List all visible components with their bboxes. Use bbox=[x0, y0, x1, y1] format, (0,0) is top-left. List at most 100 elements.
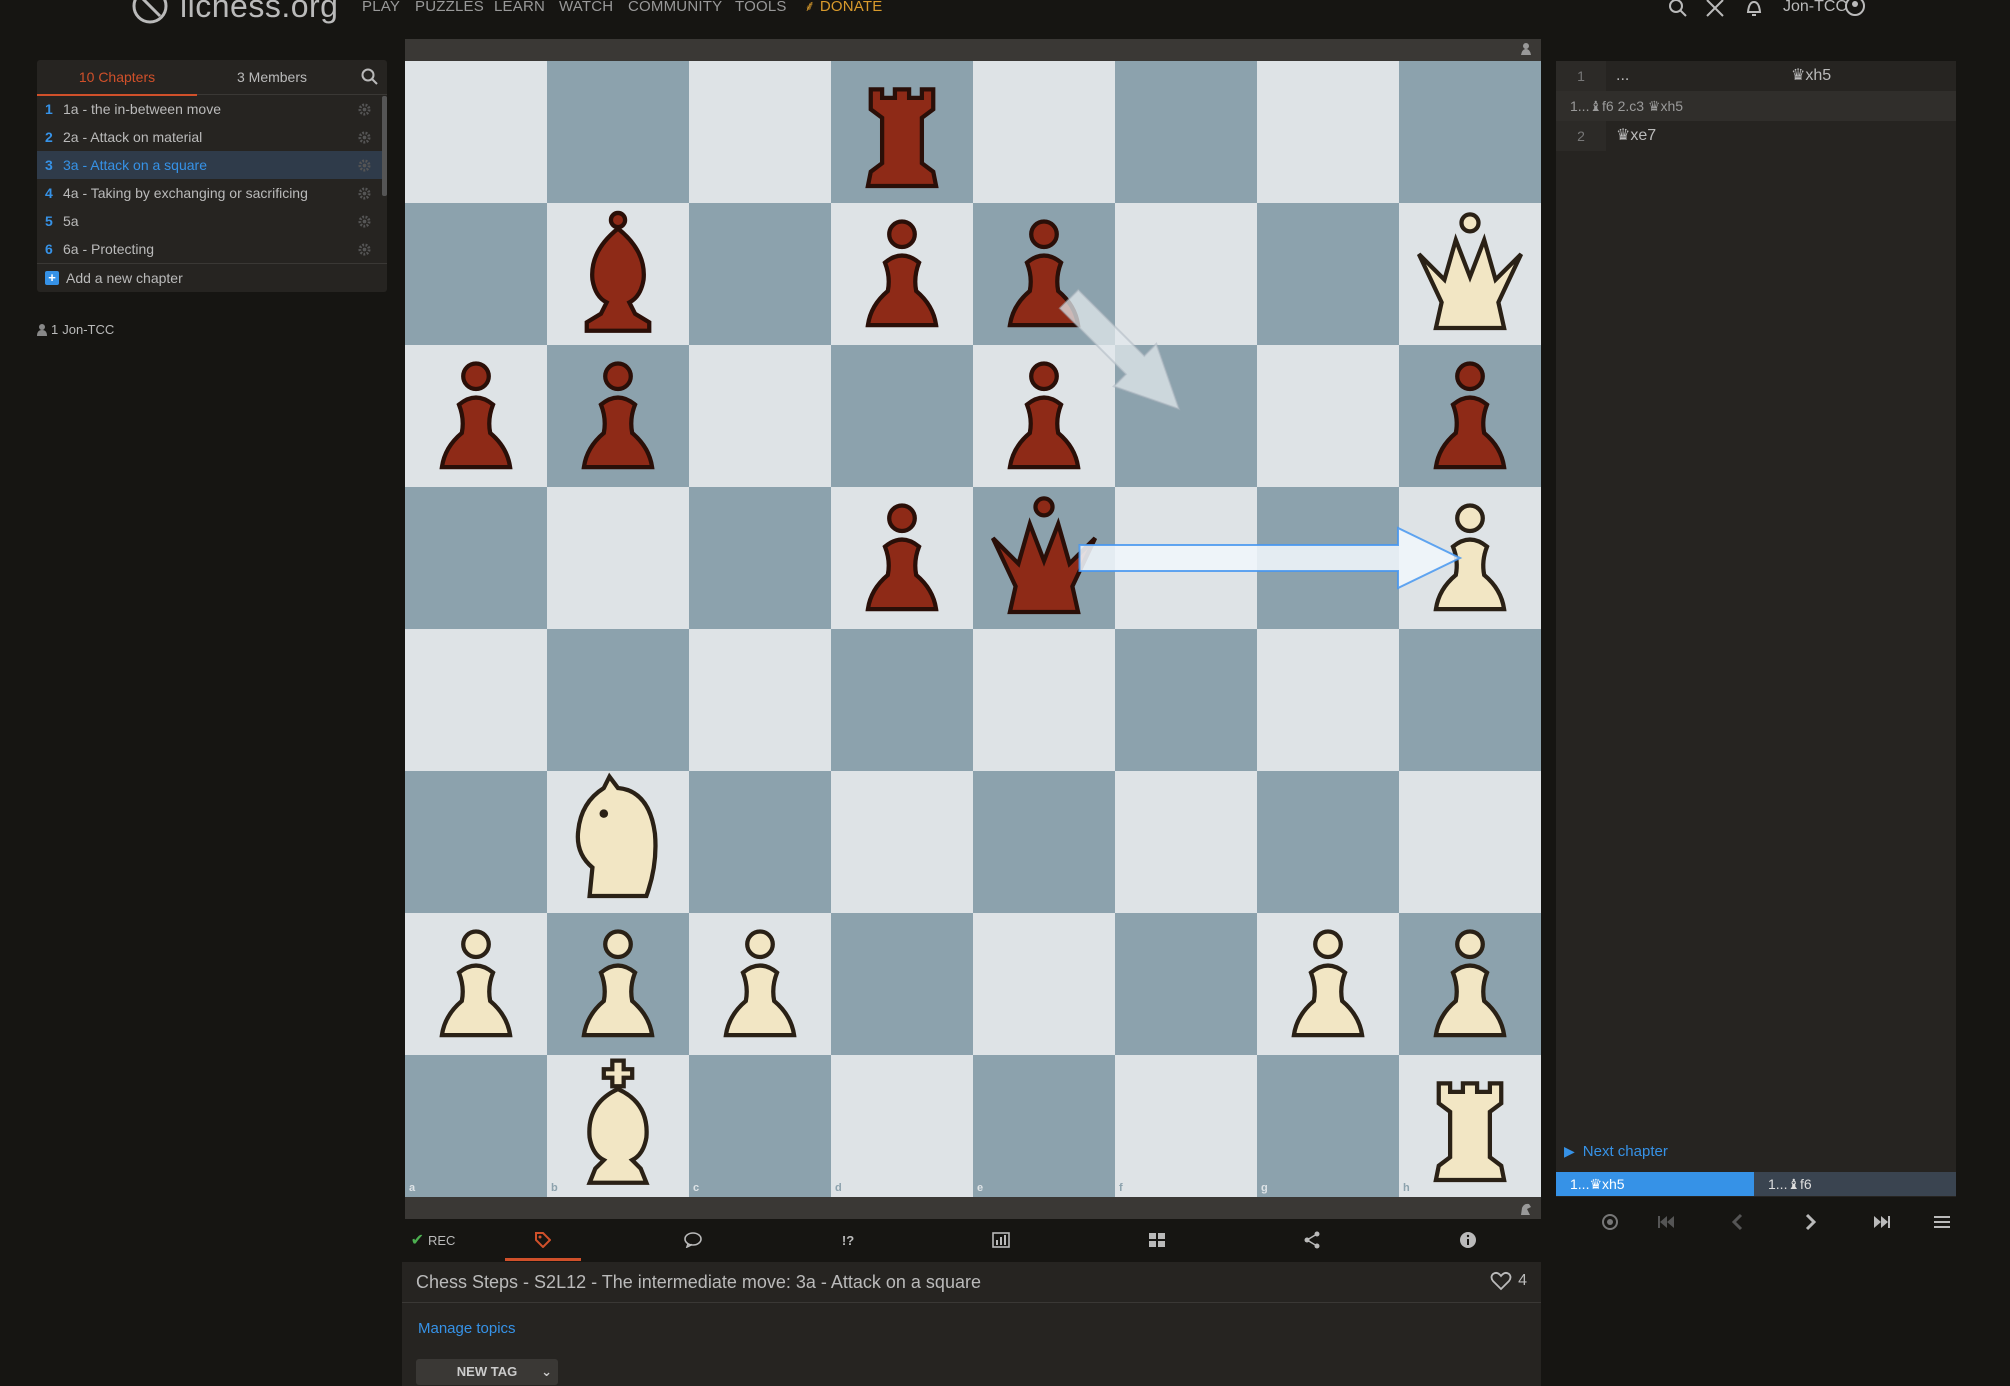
board-square[interactable] bbox=[547, 61, 689, 203]
move-black[interactable]: ♛xh5 bbox=[1791, 61, 1831, 91]
black-queen-piece[interactable] bbox=[973, 487, 1115, 629]
white-pawn-piece[interactable] bbox=[1399, 487, 1541, 629]
gear-icon[interactable] bbox=[358, 215, 371, 228]
board-square[interactable] bbox=[689, 1055, 831, 1197]
board-square[interactable] bbox=[1257, 629, 1399, 771]
like-button[interactable]: 4 bbox=[1490, 1271, 1527, 1291]
black-pawn-piece[interactable] bbox=[1399, 345, 1541, 487]
board-square[interactable] bbox=[1257, 345, 1399, 487]
white-knight-piece[interactable] bbox=[547, 771, 689, 913]
gear-icon[interactable] bbox=[358, 243, 371, 256]
white-pawn-piece[interactable] bbox=[1399, 913, 1541, 1055]
black-pawn-piece[interactable] bbox=[973, 203, 1115, 345]
site-logo[interactable]: lichess.org bbox=[130, 0, 338, 28]
tab-info[interactable] bbox=[1430, 1222, 1506, 1258]
nav-donate[interactable]: ⸙ DONATE bbox=[804, 0, 882, 14]
board-square[interactable] bbox=[1399, 61, 1541, 203]
white-queen-piece[interactable] bbox=[1399, 203, 1541, 345]
tab-tags[interactable] bbox=[505, 1222, 581, 1261]
first-move-icon[interactable] bbox=[1655, 1211, 1677, 1233]
board-square[interactable] bbox=[1115, 487, 1257, 629]
tab-server-analysis[interactable] bbox=[963, 1222, 1039, 1258]
move-white[interactable]: ... bbox=[1616, 61, 1629, 91]
board-square[interactable] bbox=[1257, 771, 1399, 913]
board-square[interactable] bbox=[547, 629, 689, 771]
black-pawn-piece[interactable] bbox=[405, 345, 547, 487]
board-square[interactable] bbox=[689, 61, 831, 203]
board-square[interactable] bbox=[831, 913, 973, 1055]
search-icon[interactable] bbox=[1668, 0, 1688, 18]
board-square[interactable] bbox=[1115, 771, 1257, 913]
tab-chapters[interactable]: 10 Chapters bbox=[37, 60, 197, 96]
board-square[interactable] bbox=[973, 629, 1115, 771]
board-square[interactable] bbox=[1399, 771, 1541, 913]
hamburger-menu-icon[interactable] bbox=[1931, 1211, 1953, 1233]
chapter-item[interactable]: 6 6a - Protecting bbox=[37, 235, 387, 263]
white-pawn-piece[interactable] bbox=[547, 913, 689, 1055]
board-square[interactable] bbox=[831, 1055, 973, 1197]
chess-board[interactable]: 87654321abcdefgh bbox=[405, 61, 1541, 1197]
nav-tools[interactable]: TOOLS bbox=[735, 0, 787, 14]
board-square[interactable] bbox=[1115, 629, 1257, 771]
board-square[interactable] bbox=[547, 487, 689, 629]
notification-bell-icon[interactable] bbox=[1745, 0, 1763, 18]
add-chapter-button[interactable]: + Add a new chapter bbox=[37, 263, 387, 292]
black-rook-piece[interactable] bbox=[831, 61, 973, 203]
tab-multiboard[interactable] bbox=[1119, 1222, 1195, 1258]
white-pawn-piece[interactable] bbox=[689, 913, 831, 1055]
black-bishop-piece[interactable] bbox=[547, 203, 689, 345]
board-square[interactable] bbox=[973, 1055, 1115, 1197]
last-move-icon[interactable] bbox=[1871, 1211, 1893, 1233]
chapter-item[interactable]: 4 4a - Taking by exchanging or sacrificin… bbox=[37, 179, 387, 207]
chapter-item[interactable]: 1 1a - the in-between move bbox=[37, 95, 387, 123]
black-pawn-piece[interactable] bbox=[831, 487, 973, 629]
nav-play[interactable]: PLAY bbox=[362, 0, 400, 14]
board-square[interactable] bbox=[405, 629, 547, 771]
user-menu[interactable]: Jon-TCC bbox=[1783, 0, 1847, 15]
board-square[interactable] bbox=[689, 345, 831, 487]
engine-target-icon[interactable] bbox=[1599, 1211, 1621, 1233]
board-square[interactable] bbox=[1115, 1055, 1257, 1197]
new-tag-select[interactable]: NEW TAG ⌄ bbox=[416, 1359, 558, 1385]
manage-topics-link[interactable]: Manage topics bbox=[418, 1320, 516, 1337]
board-square[interactable] bbox=[1399, 629, 1541, 771]
board-square[interactable] bbox=[405, 61, 547, 203]
tab-glyphs[interactable]: !? bbox=[810, 1222, 886, 1258]
nav-learn[interactable]: LEARN bbox=[494, 0, 545, 14]
board-square[interactable] bbox=[1257, 203, 1399, 345]
black-pawn-piece[interactable] bbox=[547, 345, 689, 487]
board-square[interactable] bbox=[831, 345, 973, 487]
board-square[interactable] bbox=[405, 1055, 547, 1197]
tab-members[interactable]: 3 Members bbox=[197, 60, 347, 94]
nav-community[interactable]: COMMUNITY bbox=[628, 0, 722, 14]
gear-icon[interactable] bbox=[358, 131, 371, 144]
chapter-item[interactable]: 2 2a - Attack on material bbox=[37, 123, 387, 151]
next-move-icon[interactable] bbox=[1799, 1211, 1821, 1233]
board-square[interactable] bbox=[1115, 345, 1257, 487]
board-square[interactable] bbox=[689, 771, 831, 913]
chapter-item[interactable]: 5 5a bbox=[37, 207, 387, 235]
challenge-swords-icon[interactable] bbox=[1705, 0, 1725, 18]
board-square[interactable] bbox=[689, 487, 831, 629]
black-pawn-piece[interactable] bbox=[831, 203, 973, 345]
move-white[interactable]: ♛xe7 bbox=[1616, 121, 1656, 151]
nav-puzzles[interactable]: PUZZLES bbox=[415, 0, 484, 14]
white-rook-piece[interactable] bbox=[1399, 1055, 1541, 1197]
board-square[interactable] bbox=[831, 771, 973, 913]
fork-alt[interactable]: 1...♝f6 bbox=[1754, 1172, 1956, 1196]
board-square[interactable] bbox=[689, 629, 831, 771]
board-square[interactable] bbox=[973, 771, 1115, 913]
rec-toggle[interactable]: ✔ REC bbox=[405, 1222, 461, 1258]
tab-comments[interactable] bbox=[655, 1222, 731, 1258]
search-chapters-icon[interactable] bbox=[361, 68, 379, 86]
board-square[interactable] bbox=[831, 629, 973, 771]
gear-icon[interactable] bbox=[358, 159, 371, 172]
next-chapter-button[interactable]: ▶ Next chapter bbox=[1564, 1143, 1668, 1160]
gear-icon[interactable] bbox=[358, 187, 371, 200]
nav-watch[interactable]: WATCH bbox=[559, 0, 613, 14]
tab-share[interactable] bbox=[1274, 1222, 1350, 1258]
board-square[interactable] bbox=[1115, 203, 1257, 345]
chapter-scrollbar[interactable] bbox=[382, 96, 387, 196]
board-square[interactable] bbox=[973, 913, 1115, 1055]
black-pawn-piece[interactable] bbox=[973, 345, 1115, 487]
